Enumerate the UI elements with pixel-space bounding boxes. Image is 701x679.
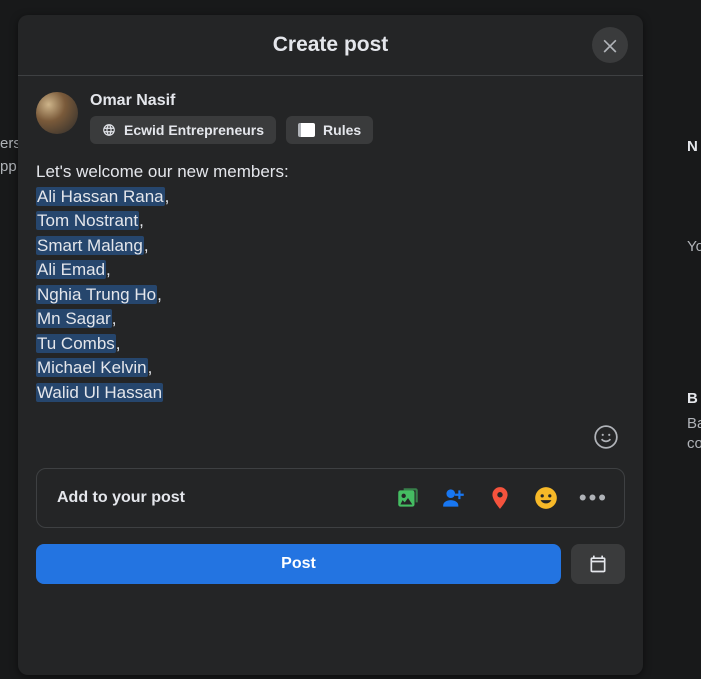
post-button[interactable]: Post — [36, 544, 561, 584]
rules-chip[interactable]: Rules — [286, 116, 373, 144]
chips-row: Ecwid Entrepreneurs Rules — [90, 116, 373, 144]
mention[interactable]: Tom Nostrant — [36, 211, 139, 230]
check-in-button[interactable] — [487, 485, 513, 511]
feeling-activity-button[interactable] — [533, 485, 559, 511]
close-icon — [600, 35, 620, 55]
dialog-title: Create post — [273, 33, 389, 57]
schedule-button[interactable] — [571, 544, 625, 584]
tag-people-button[interactable] — [441, 485, 467, 511]
bg-hint-text: B — [687, 390, 698, 407]
attach-icons-row: ••• — [395, 485, 608, 511]
avatar[interactable] — [36, 92, 78, 134]
tag-people-icon — [441, 485, 467, 511]
rules-chip-label: Rules — [323, 122, 361, 138]
globe-icon — [102, 123, 116, 137]
add-to-post-label: Add to your post — [57, 489, 185, 507]
mention[interactable]: Michael Kelvin — [36, 358, 148, 377]
more-icon: ••• — [579, 485, 608, 510]
calendar-icon — [588, 554, 608, 574]
post-text-area[interactable]: Let's welcome our new members: Ali Hassa… — [36, 160, 625, 420]
add-to-post-bar: Add to your post ••• — [36, 468, 625, 528]
bg-hint-text: pp — [0, 158, 17, 175]
mention[interactable]: Walid Ul Hassan — [36, 383, 163, 402]
bg-hint-text: Yo — [687, 238, 701, 255]
mention[interactable]: Smart Malang — [36, 236, 144, 255]
more-options-button[interactable]: ••• — [579, 485, 608, 511]
audience-chip[interactable]: Ecwid Entrepreneurs — [90, 116, 276, 144]
bg-hint-text: Ba — [687, 415, 701, 432]
mention[interactable]: Mn Sagar — [36, 309, 112, 328]
audience-chip-label: Ecwid Entrepreneurs — [124, 122, 264, 138]
book-icon — [298, 123, 315, 137]
author-row: Omar Nasif Ecwid Entrepreneurs Rules — [36, 92, 625, 144]
dialog-footer: Post — [36, 544, 625, 584]
feeling-icon — [533, 485, 559, 511]
create-post-dialog: Create post Omar Nasif Ecwid Entrepreneu… — [18, 15, 643, 675]
author-name: Omar Nasif — [90, 92, 373, 110]
location-icon — [487, 485, 513, 511]
author-meta: Omar Nasif Ecwid Entrepreneurs Rules — [90, 92, 373, 144]
bg-hint-text: co — [687, 435, 701, 452]
emoji-picker-icon — [593, 424, 619, 450]
bg-hint-text: N — [687, 138, 698, 155]
photo-video-button[interactable] — [395, 485, 421, 511]
emoji-picker-button[interactable] — [593, 424, 619, 450]
mention[interactable]: Nghia Trung Ho — [36, 285, 157, 304]
dialog-body: Omar Nasif Ecwid Entrepreneurs Rules Let… — [18, 76, 643, 675]
mention[interactable]: Ali Emad — [36, 260, 106, 279]
mention[interactable]: Ali Hassan Rana — [36, 187, 165, 206]
dialog-header: Create post — [18, 15, 643, 76]
photo-icon — [395, 485, 421, 511]
close-button[interactable] — [592, 27, 628, 63]
post-intro-text: Let's welcome our new members: — [36, 162, 289, 181]
mention[interactable]: Tu Combs — [36, 334, 116, 353]
